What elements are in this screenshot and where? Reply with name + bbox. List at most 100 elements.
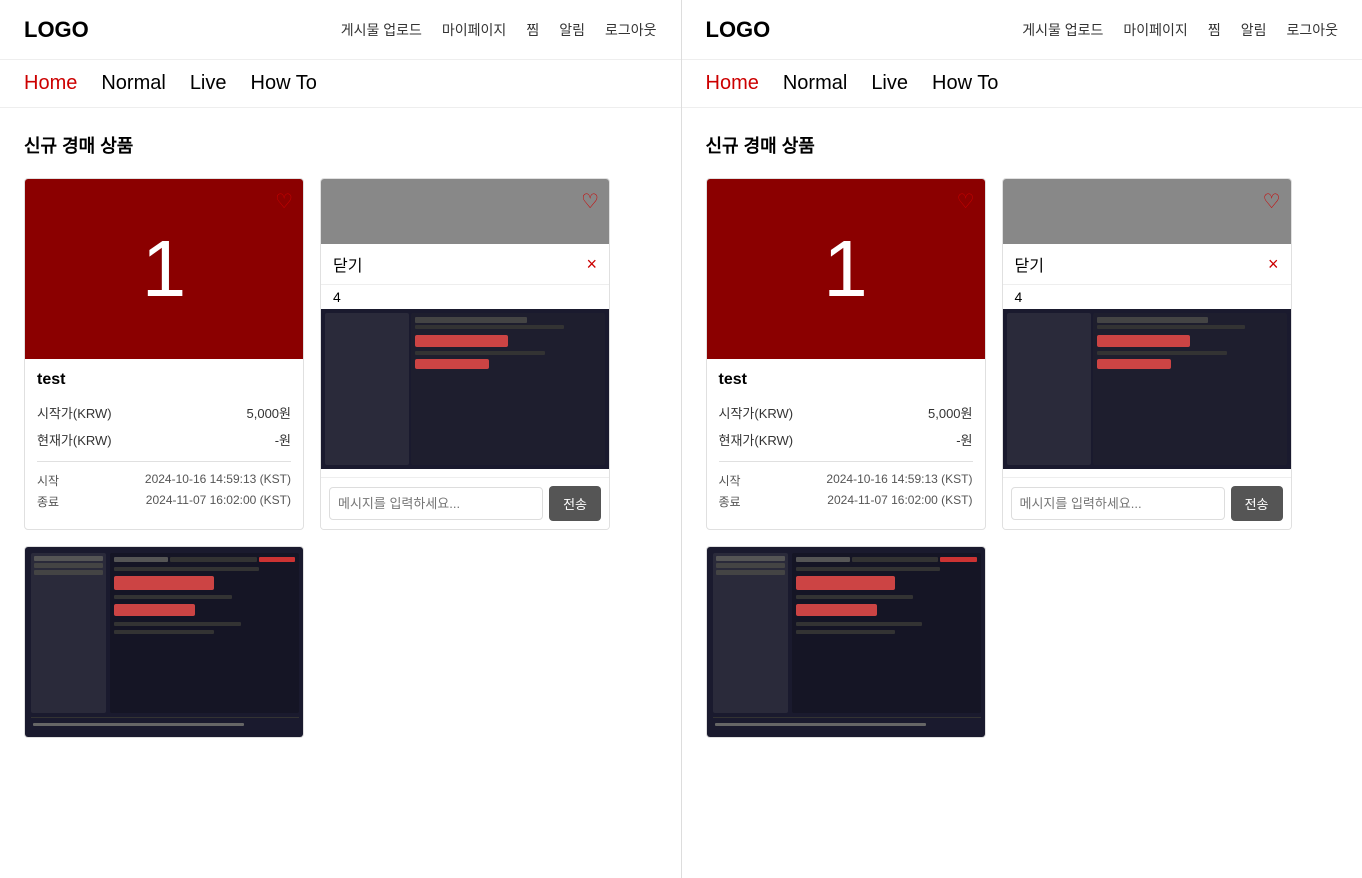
start-label-left: 시작 <box>37 472 67 489</box>
nav-alarm-left[interactable]: 알림 <box>559 20 585 40</box>
header-left: LOGO 게시물 업로드 마이페이지 찜 알림 로그아웃 <box>0 0 681 60</box>
heart-icon-2-right[interactable]: ♡ <box>1263 189 1281 214</box>
end-label-right: 종료 <box>719 493 749 510</box>
start-date-value-left: 2024-10-16 14:59:13 (KST) <box>145 472 291 489</box>
section-title-left: 신규 경매 상품 <box>24 132 657 158</box>
chat-input-left[interactable] <box>329 487 543 520</box>
chat-thumbnail-right <box>1003 309 1291 469</box>
end-date-value-left: 2024-11-07 16:02:00 (KST) <box>146 493 291 510</box>
current-price-value-right: -원 <box>956 430 972 449</box>
card-screenshot-bottom-right: ♡ <box>707 547 986 737</box>
nav-tabs-left: Home Normal Live How To <box>0 60 681 108</box>
start-price-label-left: 시작가(KRW) <box>37 403 112 422</box>
card-start-date-left: 시작 2024-10-16 14:59:13 (KST) <box>37 470 291 491</box>
chat-input-row-right: 전송 <box>1003 477 1291 529</box>
card-image-1-right: 1 ♡ <box>707 179 985 359</box>
card-number-1-left: 1 <box>142 223 187 315</box>
auction-card-3-right[interactable]: ♡ <box>706 546 986 738</box>
start-date-value-right: 2024-10-16 14:59:13 (KST) <box>826 472 972 489</box>
section-title-right: 신규 경매 상품 <box>706 132 1339 158</box>
chat-close-label-left: 닫기 <box>333 252 362 276</box>
nav-mypage-right[interactable]: 마이페이지 <box>1123 20 1187 40</box>
chat-close-btn-left[interactable]: × <box>586 254 597 275</box>
tab-live-left[interactable]: Live <box>190 72 227 95</box>
nav-upload-left[interactable]: 게시물 업로드 <box>341 20 422 40</box>
heart-icon-1-left[interactable]: ♡ <box>275 189 293 214</box>
chat-send-btn-right[interactable]: 전송 <box>1231 486 1283 521</box>
tab-home-left[interactable]: Home <box>24 72 77 95</box>
card-start-price-left: 시작가(KRW) 5,000원 <box>37 399 291 426</box>
auction-card-1-right[interactable]: 1 ♡ test 시작가(KRW) 5,000원 현재가(KRW) -원 <box>706 178 986 530</box>
chat-header-right: 닫기 × <box>1003 244 1291 285</box>
start-label-right: 시작 <box>719 472 749 489</box>
start-price-value-left: 5,000원 <box>247 403 292 422</box>
chat-close-label-right: 닫기 <box>1015 252 1044 276</box>
current-price-label-right: 현재가(KRW) <box>719 430 794 449</box>
card-title-1-left: test <box>37 371 291 389</box>
start-price-value-right: 5,000원 <box>928 403 973 422</box>
header-nav-left: 게시물 업로드 마이페이지 찜 알림 로그아웃 <box>341 20 657 40</box>
tab-normal-left[interactable]: Normal <box>101 72 165 95</box>
auction-card-2-right[interactable]: ♡ 닫기 × 4 <box>1002 178 1292 530</box>
header-right: LOGO 게시물 업로드 마이페이지 찜 알림 로그아웃 <box>682 0 1362 60</box>
chat-send-btn-left[interactable]: 전송 <box>549 486 601 521</box>
auction-card-3-left[interactable]: ♡ <box>24 546 304 738</box>
chat-thumbnail-left <box>321 309 609 469</box>
cards-grid-2-left: ♡ <box>24 546 657 738</box>
start-price-label-right: 시작가(KRW) <box>719 403 794 422</box>
card-screenshot-bottom-left: ♡ <box>25 547 304 737</box>
chat-close-btn-right[interactable]: × <box>1268 254 1279 275</box>
heart-icon-2-left[interactable]: ♡ <box>581 189 599 214</box>
card-start-price-right: 시작가(KRW) 5,000원 <box>719 399 973 426</box>
nav-wishlist-right[interactable]: 찜 <box>1208 20 1221 40</box>
tab-normal-right[interactable]: Normal <box>783 72 847 95</box>
card-end-date-left: 종료 2024-11-07 16:02:00 (KST) <box>37 491 291 512</box>
tab-home-right[interactable]: Home <box>706 72 759 95</box>
card-image-2-left: ♡ <box>321 179 609 244</box>
card-divider-left <box>37 461 291 462</box>
cards-grid-2-right: ♡ <box>706 546 1339 738</box>
end-date-value-right: 2024-11-07 16:02:00 (KST) <box>827 493 972 510</box>
card-current-price-right: 현재가(KRW) -원 <box>719 426 973 453</box>
card-end-date-right: 종료 2024-11-07 16:02:00 (KST) <box>719 491 973 512</box>
nav-wishlist-left[interactable]: 찜 <box>526 20 539 40</box>
card-image-2-right: ♡ <box>1003 179 1291 244</box>
card-image-1-left: 1 ♡ <box>25 179 303 359</box>
chat-input-right[interactable] <box>1011 487 1225 520</box>
main-content-left: 신규 경매 상품 1 ♡ test 시작가(KRW) 5,000원 현재가(KR… <box>0 108 681 762</box>
nav-logout-left[interactable]: 로그아웃 <box>605 20 657 40</box>
panel-left: LOGO 게시물 업로드 마이페이지 찜 알림 로그아웃 Home Normal… <box>0 0 681 878</box>
card-title-1-right: test <box>719 371 973 389</box>
cards-grid-left: 1 ♡ test 시작가(KRW) 5,000원 현재가(KRW) -원 <box>24 178 657 530</box>
panel-right: LOGO 게시물 업로드 마이페이지 찜 알림 로그아웃 Home Normal… <box>682 0 1362 878</box>
nav-upload-right[interactable]: 게시물 업로드 <box>1022 20 1103 40</box>
chat-number-right: 4 <box>1003 285 1291 309</box>
card-start-date-right: 시작 2024-10-16 14:59:13 (KST) <box>719 470 973 491</box>
logo-right: LOGO <box>706 17 771 43</box>
chat-number-left: 4 <box>321 285 609 309</box>
header-nav-right: 게시물 업로드 마이페이지 찜 알림 로그아웃 <box>1022 20 1338 40</box>
card-current-price-left: 현재가(KRW) -원 <box>37 426 291 453</box>
cards-grid-right: 1 ♡ test 시작가(KRW) 5,000원 현재가(KRW) -원 <box>706 178 1339 530</box>
tab-howto-left[interactable]: How To <box>251 72 317 95</box>
nav-logout-right[interactable]: 로그아웃 <box>1286 20 1338 40</box>
card-body-1-left: test 시작가(KRW) 5,000원 현재가(KRW) -원 시작 2024… <box>25 359 303 524</box>
current-price-value-left: -원 <box>275 430 291 449</box>
auction-card-2-left[interactable]: ♡ 닫기 × 4 <box>320 178 610 530</box>
tab-howto-right[interactable]: How To <box>932 72 998 95</box>
nav-mypage-left[interactable]: 마이페이지 <box>442 20 506 40</box>
chat-input-row-left: 전송 <box>321 477 609 529</box>
card-divider-right <box>719 461 973 462</box>
auction-card-1-left[interactable]: 1 ♡ test 시작가(KRW) 5,000원 현재가(KRW) -원 <box>24 178 304 530</box>
card-number-1-right: 1 <box>823 223 868 315</box>
current-price-label-left: 현재가(KRW) <box>37 430 112 449</box>
chat-header-left: 닫기 × <box>321 244 609 285</box>
tab-live-right[interactable]: Live <box>871 72 908 95</box>
card-body-1-right: test 시작가(KRW) 5,000원 현재가(KRW) -원 시작 2024… <box>707 359 985 524</box>
nav-alarm-right[interactable]: 알림 <box>1241 20 1267 40</box>
main-content-right: 신규 경매 상품 1 ♡ test 시작가(KRW) 5,000원 현재가(KR… <box>682 108 1362 762</box>
end-label-left: 종료 <box>37 493 67 510</box>
heart-icon-1-right[interactable]: ♡ <box>957 189 975 214</box>
nav-tabs-right: Home Normal Live How To <box>682 60 1362 108</box>
logo-left: LOGO <box>24 17 89 43</box>
